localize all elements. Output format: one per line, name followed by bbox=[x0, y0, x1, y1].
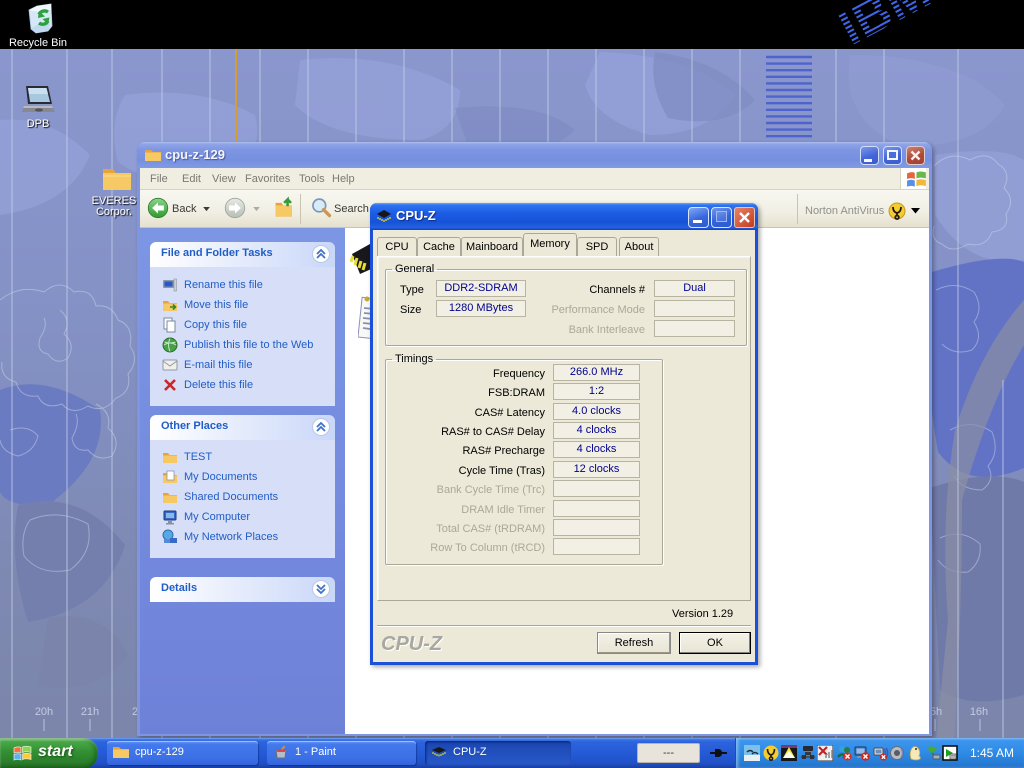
svg-text:21h: 21h bbox=[81, 706, 99, 718]
svg-text:20h: 20h bbox=[35, 706, 53, 718]
svg-text:16h: 16h bbox=[970, 706, 988, 718]
